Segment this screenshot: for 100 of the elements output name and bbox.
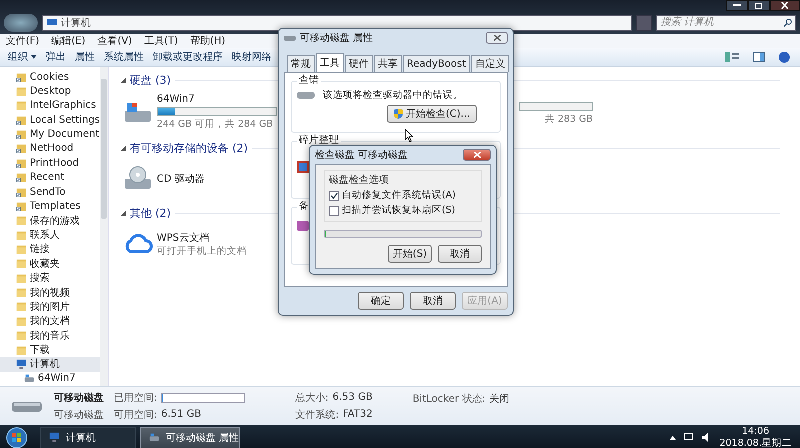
drive-name[interactable]: WPS云文档: [157, 230, 247, 244]
shortcut-folder-icon: [16, 200, 27, 212]
section-description: 该选项将检查驱动器中的错误。: [323, 89, 463, 102]
sidebar-item[interactable]: 链接: [0, 242, 100, 257]
sidebar-item[interactable]: SendTo: [0, 184, 100, 200]
sidebar-item[interactable]: 搜索: [0, 271, 100, 286]
folder-icon: [16, 272, 27, 284]
checkbox-label[interactable]: 扫描并尝试恢复坏扇区(S): [342, 204, 456, 217]
dialog-button[interactable]: 确定: [358, 292, 404, 310]
tab[interactable]: 自定义: [471, 55, 510, 72]
collapse-icon[interactable]: [121, 78, 126, 83]
folder-icon: [16, 330, 27, 342]
shortcut-folder-icon: [16, 186, 27, 198]
group-header[interactable]: 硬盘 (3): [130, 73, 172, 88]
drive-name[interactable]: CD 驱动器: [157, 172, 205, 186]
collapse-icon[interactable]: [121, 146, 126, 151]
sidebar-item[interactable]: 下载: [0, 342, 100, 358]
dialog-button[interactable]: 取消: [410, 292, 456, 310]
toolbar-button[interactable]: 系统属性: [104, 50, 144, 64]
item-description: 可打开手机上的文档: [157, 244, 247, 258]
network-icon[interactable]: [684, 433, 694, 442]
folder-icon: [16, 215, 27, 226]
sidebar-item[interactable]: IntelGraphics: [0, 98, 100, 114]
sidebar-item[interactable]: 保存的游戏: [0, 214, 100, 228]
used-space-label: 已用空间:: [114, 392, 158, 404]
taskbar-button[interactable]: 计算机: [40, 426, 136, 448]
sidebar-item[interactable]: 收藏夹: [0, 256, 100, 272]
folder-icon: [16, 344, 27, 356]
sidebar-item[interactable]: Recent: [0, 170, 100, 185]
checkbox[interactable]: [329, 190, 339, 200]
minimize-button[interactable]: [726, 0, 748, 11]
view-options-icon[interactable]: [725, 52, 739, 62]
sidebar-item[interactable]: 计算机: [0, 357, 100, 372]
sidebar-item[interactable]: My Document: [0, 127, 100, 142]
sidebar-item[interactable]: NetHood: [0, 142, 100, 156]
sidebar-item[interactable]: 我的文档: [0, 314, 100, 328]
search-field[interactable]: 搜索 计算机: [656, 14, 796, 30]
search-icon: [784, 18, 792, 26]
drive-name[interactable]: 64Win7: [157, 94, 277, 105]
sidebar-item[interactable]: Cookies: [0, 70, 100, 84]
tab[interactable]: 工具: [316, 53, 344, 73]
folder-icon: [16, 230, 27, 241]
group-header[interactable]: 其他 (2): [130, 206, 172, 221]
item-description: 244 GB 可用，共 284 GB: [157, 118, 274, 131]
restore-button[interactable]: [748, 0, 770, 11]
computer-icon: [16, 358, 27, 370]
tab[interactable]: ReadyBoost: [403, 55, 470, 72]
section-title: 查错: [297, 75, 321, 87]
menu-item[interactable]: 文件(F): [6, 34, 40, 48]
group-title: 磁盘检查选项: [329, 174, 390, 187]
sidebar-item[interactable]: Local Settings: [0, 113, 100, 128]
scrollbar[interactable]: [100, 67, 108, 386]
back-forward-buttons[interactable]: [4, 14, 38, 32]
group-header[interactable]: 有可移动存储的设备 (2): [130, 141, 248, 156]
drive-name: 可移动磁盘: [54, 392, 104, 404]
bitlocker-label: BitLocker 状态:: [412, 392, 486, 406]
collapse-icon[interactable]: [121, 211, 126, 216]
breadcrumb[interactable]: 计算机: [61, 16, 91, 30]
file-system-label: 文件系统:: [296, 408, 340, 422]
drive-capacity: 共 283 GB: [544, 112, 593, 126]
checkbox[interactable]: [329, 206, 339, 216]
folder-icon: [16, 316, 27, 327]
toolbar-button[interactable]: 弹出: [46, 50, 66, 64]
toolbar-button[interactable]: 卸载或更改程序: [153, 50, 223, 64]
preview-pane-icon[interactable]: [753, 52, 765, 62]
close-button[interactable]: [770, 0, 800, 11]
dialog-button[interactable]: 开始(S): [388, 245, 432, 263]
menu-item[interactable]: 帮助(H): [190, 34, 226, 48]
sidebar-item[interactable]: 我的图片: [0, 300, 100, 314]
shortcut-folder-icon: [16, 172, 27, 184]
show-hidden-icons-icon[interactable]: [670, 436, 676, 440]
folder-icon: [16, 244, 27, 255]
drive-type: 可移动磁盘: [54, 408, 104, 422]
sidebar-item[interactable]: Templates: [0, 199, 100, 214]
sidebar-item[interactable]: 联系人: [0, 228, 100, 242]
menu-item[interactable]: 工具(T): [144, 34, 178, 48]
menu-item[interactable]: 查看(V): [98, 34, 132, 48]
sidebar-item[interactable]: 我的视频: [0, 285, 100, 300]
checkbox-label[interactable]: 自动修复文件系统错误(A): [342, 189, 456, 202]
taskbar-button[interactable]: 可移动磁盘 属性: [140, 426, 240, 448]
sidebar-item[interactable]: 64Win7: [0, 372, 100, 386]
clock[interactable]: 14:06 2018.08.星期二: [720, 426, 792, 448]
toolbar-button[interactable]: 组织: [8, 50, 37, 64]
tab[interactable]: 共享: [374, 55, 402, 72]
address-bar[interactable]: 计算机: [42, 14, 632, 30]
close-button[interactable]: [486, 32, 508, 44]
dialog-button[interactable]: 取消: [438, 245, 482, 263]
toolbar-button[interactable]: 映射网络: [232, 50, 272, 64]
computer-icon: [49, 432, 60, 443]
tab[interactable]: 常规: [287, 55, 315, 72]
shortcut-folder-icon: [16, 158, 27, 169]
menu-item[interactable]: 编辑(E): [52, 34, 86, 48]
start-button[interactable]: [4, 426, 30, 448]
tab[interactable]: 硬件: [345, 55, 373, 72]
sidebar-item[interactable]: 我的音乐: [0, 328, 100, 343]
check-now-button[interactable]: 开始检查(C)...: [387, 105, 478, 123]
total-size-label: 总大小:: [295, 392, 329, 404]
sidebar-item[interactable]: PrintHood: [0, 156, 100, 171]
toolbar-button[interactable]: 属性: [75, 50, 95, 64]
sidebar-item[interactable]: Desktop: [0, 84, 100, 99]
